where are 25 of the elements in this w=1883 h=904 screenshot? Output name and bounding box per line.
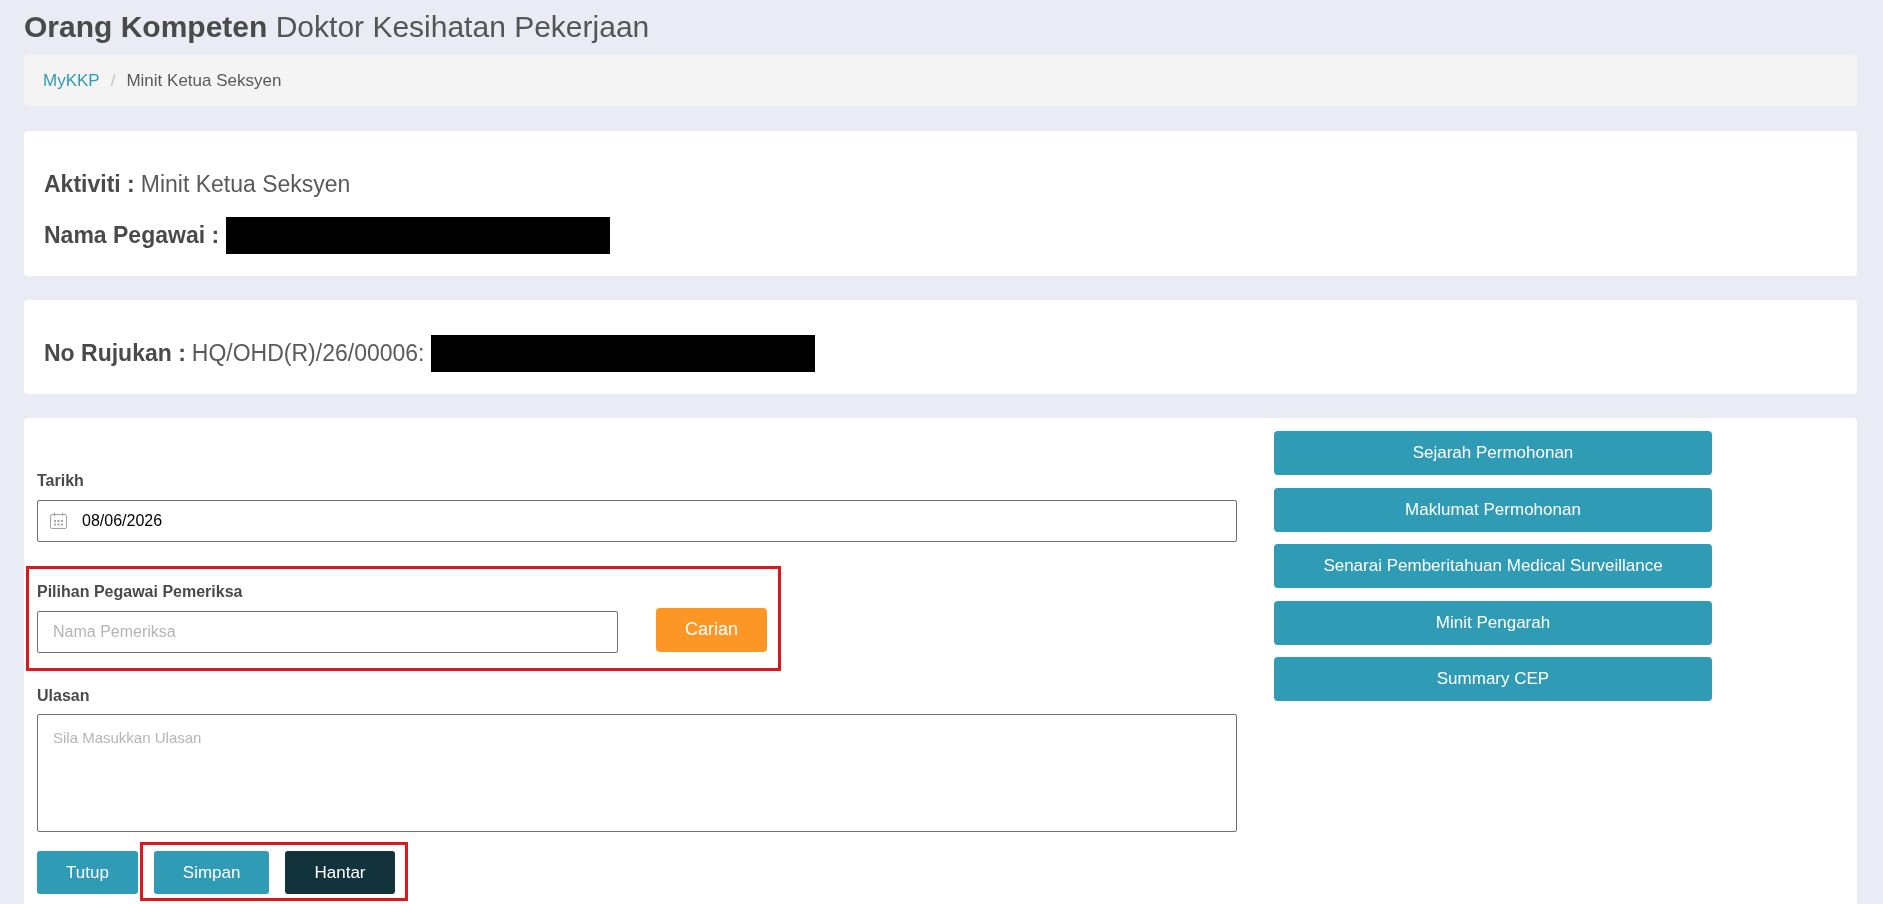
section-button[interactable]: Senarai Pemberitahuan Medical Surveillance [1274,544,1712,588]
action-button[interactable]: Hantar [285,850,395,895]
remarks-field[interactable]: Sila Masukkan Ulasan [37,714,1237,832]
field-label: No Rujukan : [44,338,186,368]
breadcrumb-current: Minit Ketua Seksyen [126,69,282,92]
action-button[interactable]: Tutup [37,850,138,895]
date-field[interactable]: 08/06/2026 [37,500,1237,542]
examiner-name-field[interactable]: Nama Pemeriksa [37,611,618,653]
field-label: Nama Pegawai : [44,220,220,250]
section-button[interactable]: Minit Pengarah [1274,600,1712,645]
field-value: HQ/OHD(R)/26/00006: [191,338,425,368]
section-button[interactable]: Sejarah Permohonan [1274,431,1712,475]
action-button[interactable]: Simpan [153,850,270,895]
breadcrumb-link[interactable]: MyKKP [43,67,100,94]
page-title: Orang Kompeten Doktor Kesihatan Pekerjaan [24,9,650,45]
field-label: Pilihan Pegawai Pemeriksa [37,581,243,602]
section-button[interactable]: Maklumat Permohonan [1274,487,1712,532]
field-label: Tarikh [37,471,84,491]
section-button[interactable]: Summary CEP [1274,657,1712,701]
breadcrumb-separator: / [110,69,116,92]
calendar-icon [50,512,67,529]
search-button[interactable]: Carian [656,608,767,652]
field-label: Ulasan [37,686,90,707]
field-label: Aktiviti : [44,169,135,199]
field-value: Minit Ketua Seksyen [140,169,351,199]
